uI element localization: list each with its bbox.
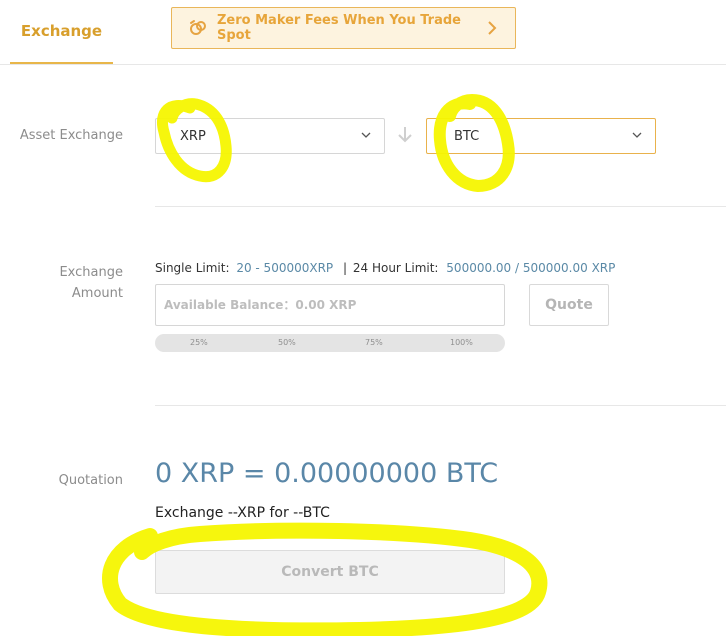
promo-text: Zero Maker Fees When You Trade Spot — [217, 13, 461, 43]
pct-75[interactable]: 75% — [365, 338, 383, 347]
quote-button[interactable]: Quote — [529, 284, 609, 326]
quote-button-label: Quote — [545, 297, 593, 313]
section-divider — [155, 405, 726, 406]
to-asset-select[interactable]: BTC — [426, 118, 656, 154]
loop-icon — [190, 20, 206, 35]
pct-50[interactable]: 50% — [278, 338, 296, 347]
chevron-down-icon — [361, 132, 371, 138]
header-divider — [0, 64, 726, 65]
from-asset-value: XRP — [180, 128, 206, 144]
asset-exchange-label: Asset Exchange — [19, 128, 123, 143]
quotation-value: 0 XRP = 0.00000000 BTC — [155, 458, 499, 489]
single-limit-label: Single Limit: — [155, 261, 230, 275]
chevron-down-icon — [632, 132, 642, 138]
hour-limit-label: 24 Hour Limit: — [352, 261, 439, 275]
chevron-right-icon — [488, 21, 497, 35]
convert-button[interactable]: Convert BTC — [155, 550, 505, 594]
single-limit-value: 20 - 500000XRP — [236, 261, 334, 275]
section-divider — [155, 206, 726, 207]
promo-banner[interactable]: Zero Maker Fees When You Trade Spot — [171, 7, 516, 49]
quotation-label: Quotation — [58, 473, 123, 488]
tab-exchange-label: Exchange — [20, 22, 103, 40]
limit-info: Single Limit: 20 - 500000XRP | 24 Hour L… — [155, 261, 615, 275]
arrow-down-icon[interactable] — [396, 124, 414, 146]
quotation-subtitle: Exchange --XRP for --BTC — [155, 505, 330, 521]
pct-25[interactable]: 25% — [190, 338, 208, 347]
exchange-amount-label-line1: Exchange — [59, 265, 123, 280]
percentage-slider[interactable]: 25% 50% 75% 100% — [155, 334, 505, 352]
hour-limit-value: 500000.00 / 500000.00 XRP — [446, 261, 616, 275]
pct-100[interactable]: 100% — [450, 338, 473, 347]
amount-input[interactable] — [155, 284, 505, 326]
limit-separator: | — [343, 261, 348, 275]
convert-button-label: Convert BTC — [281, 564, 379, 580]
exchange-amount-label-line2: Amount — [71, 286, 123, 301]
to-asset-value: BTC — [454, 128, 480, 144]
from-asset-select[interactable]: XRP — [155, 118, 385, 154]
tab-exchange[interactable]: Exchange — [10, 0, 113, 64]
exchange-amount-label: Exchange Amount — [0, 262, 123, 304]
